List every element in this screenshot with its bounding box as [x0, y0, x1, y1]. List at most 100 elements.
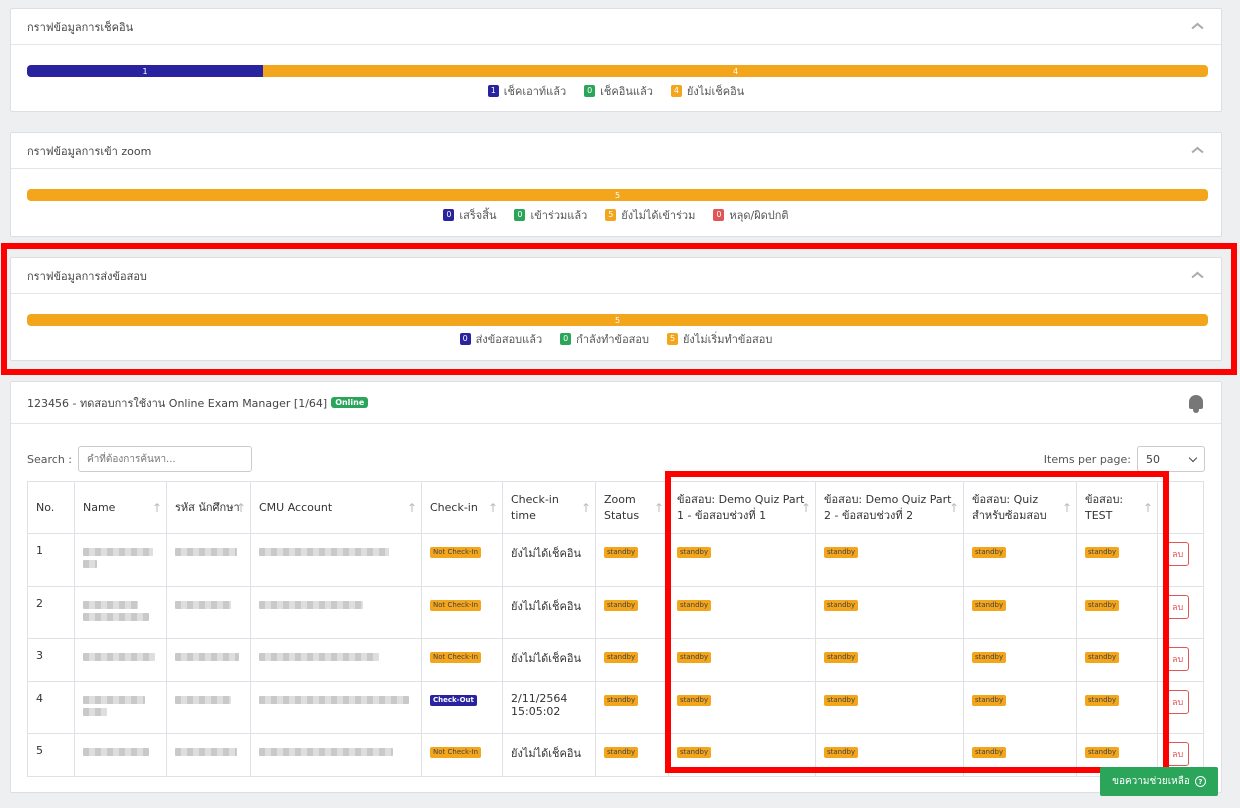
col-checkin-time[interactable]: Check-in time ↑ — [502, 481, 596, 534]
submit-graph-card: กราฟข้อมูลการส่งข้อสอบ 5 0 ส่งข้อสอบแล้ว … — [10, 257, 1222, 361]
legend-count: 0 — [514, 209, 526, 221]
help-button[interactable]: ขอความช่วยเหลือ ? — [1100, 767, 1218, 796]
cell-quiz-4: standby — [1076, 681, 1158, 734]
cell-quiz-1: standby — [668, 533, 816, 587]
col-zoom-status[interactable]: Zoom Status ↑ — [595, 481, 669, 534]
cell-actions: ลบ — [1157, 638, 1204, 682]
search-label: Search : — [27, 452, 72, 466]
col-cmu-account[interactable]: CMU Account ↑ — [250, 481, 422, 534]
status-badge: standby — [972, 747, 1007, 758]
cell-name-redacted — [74, 733, 167, 777]
legend-item[interactable]: 0 ส่งข้อสอบแล้ว — [459, 330, 543, 348]
status-badge: Not Check-In — [430, 547, 482, 558]
status-badge: standby — [824, 600, 859, 611]
cell-name-redacted — [74, 638, 167, 682]
sort-arrow-icon[interactable]: ↑ — [488, 500, 498, 516]
cell-no: 4 — [27, 681, 75, 734]
cell-checkin: Not Check-In — [421, 733, 503, 777]
bar-segment-not-started: 5 — [27, 314, 1208, 326]
search-input[interactable] — [78, 446, 252, 472]
cell-cmu-redacted — [250, 638, 422, 682]
status-badge: standby — [1085, 600, 1120, 611]
bell-icon[interactable] — [1187, 393, 1205, 413]
cell-cmu-redacted — [250, 586, 422, 639]
sort-arrow-icon[interactable]: ↑ — [152, 500, 162, 516]
col-quiz-2[interactable]: ข้อสอบ: Demo Quiz Part 2 - ข้อสอบช่วงที่… — [815, 481, 964, 534]
col-name[interactable]: Name ↑ — [74, 481, 167, 534]
card-header: กราฟข้อมูลการส่งข้อสอบ — [11, 258, 1221, 294]
status-badge: standby — [677, 600, 712, 611]
cell-quiz-4: standby — [1076, 586, 1158, 639]
cell-quiz-4: standby — [1076, 638, 1158, 682]
delete-button[interactable]: ลบ — [1166, 542, 1190, 566]
legend: 0 ส่งข้อสอบแล้ว 0 กำลังทำข้อสอบ 5 ยังไม่เริ… — [11, 330, 1221, 348]
status-badge: standby — [604, 652, 639, 663]
card-header: กราฟข้อมูลการเข้า zoom — [11, 133, 1221, 169]
legend-count: 0 — [584, 85, 596, 97]
cell-cmu-redacted — [250, 681, 422, 734]
legend-item[interactable]: 4 ยังไม่เช็คอิน — [670, 82, 744, 100]
delete-button[interactable]: ลบ — [1166, 742, 1190, 766]
col-checkin[interactable]: Check-in ↑ — [421, 481, 503, 534]
chevron-up-icon[interactable] — [1191, 22, 1205, 32]
legend-item[interactable]: 0 หลุด/ผิดปกติ — [713, 206, 789, 224]
delete-button[interactable]: ลบ — [1166, 647, 1190, 671]
col-quiz-1[interactable]: ข้อสอบ: Demo Quiz Part 1 - ข้อสอบช่วงที่… — [668, 481, 816, 534]
cell-zoom: standby — [595, 638, 669, 682]
legend-label: เช็คอินแล้ว — [600, 85, 653, 98]
cell-name-redacted — [74, 533, 167, 587]
cell-sid-redacted — [166, 533, 251, 587]
legend-label: ส่งข้อสอบแล้ว — [475, 333, 543, 346]
cell-checkin: Not Check-In — [421, 586, 503, 639]
sort-arrow-icon[interactable]: ↑ — [949, 500, 959, 516]
delete-button[interactable]: ลบ — [1166, 595, 1190, 619]
status-badge: standby — [604, 747, 639, 758]
legend-item[interactable]: 0 เสร็จสิ้น — [443, 206, 496, 224]
delete-button[interactable]: ลบ — [1166, 690, 1190, 714]
status-badge: standby — [824, 547, 859, 558]
search-row: Search : — [27, 446, 252, 472]
sort-arrow-icon[interactable]: ↑ — [407, 500, 417, 516]
table-row: 3 Not Check-In ยังไม่ได้เช็คอิน standby … — [27, 638, 1204, 682]
question-circle-icon: ? — [1194, 776, 1206, 787]
legend-item[interactable]: 0 กำลังทำข้อสอบ — [560, 330, 649, 348]
help-button-label: ขอความช่วยเหลือ — [1112, 776, 1190, 787]
legend-count: 4 — [670, 85, 682, 97]
cell-zoom: standby — [595, 733, 669, 777]
sort-arrow-icon[interactable]: ↑ — [1062, 500, 1072, 516]
legend-count: 0 — [560, 333, 572, 345]
table-row: 4 Check-Out 2/11/2564 15:05:02 standby s… — [27, 681, 1204, 734]
legend-item[interactable]: 5 ยังไม่ได้เข้าร่วม — [605, 206, 695, 224]
col-quiz-3[interactable]: ข้อสอบ: Quiz สำหรับซ้อมสอบ ↑ — [963, 481, 1077, 534]
zoom-progress-bar: 5 — [27, 189, 1208, 201]
col-quiz-4[interactable]: ข้อสอบ: TEST ↑ — [1076, 481, 1158, 534]
status-badge: standby — [824, 695, 859, 706]
legend-label: ยังไม่เริ่มทำข้อสอบ — [682, 333, 773, 346]
checkin-graph-card: กราฟข้อมูลการเช็คอิน 1 4 1 เช็คเอาท์แล้ว … — [10, 8, 1222, 112]
sort-arrow-icon[interactable]: ↑ — [581, 500, 591, 516]
chevron-up-icon[interactable] — [1191, 271, 1205, 281]
status-badge: standby — [972, 695, 1007, 706]
checkin-progress-bar: 1 4 — [27, 65, 1208, 77]
legend-item[interactable]: 0 เช็คอินแล้ว — [584, 82, 653, 100]
cell-quiz-3: standby — [963, 586, 1077, 639]
legend-item[interactable]: 0 เข้าร่วมแล้ว — [514, 206, 587, 224]
cell-quiz-1: standby — [668, 638, 816, 682]
cell-zoom: standby — [595, 586, 669, 639]
chevron-down-icon — [1188, 453, 1198, 462]
chevron-up-icon[interactable] — [1191, 146, 1205, 156]
legend-count: 5 — [605, 209, 617, 221]
cell-name-redacted — [74, 586, 167, 639]
col-student-id[interactable]: รหัส นักศึกษา ↑ — [166, 481, 251, 534]
sort-arrow-icon[interactable]: ↑ — [1143, 500, 1153, 516]
sort-arrow-icon[interactable]: ↑ — [801, 500, 811, 516]
legend-count: 0 — [713, 209, 725, 221]
legend-item[interactable]: 1 เช็คเอาท์แล้ว — [487, 82, 566, 100]
cell-actions: ลบ — [1157, 533, 1204, 587]
sort-arrow-icon[interactable]: ↑ — [654, 500, 664, 516]
col-actions — [1157, 481, 1204, 534]
legend-item[interactable]: 5 ยังไม่เริ่มทำข้อสอบ — [666, 330, 773, 348]
items-per-page-select[interactable]: 50 — [1137, 446, 1205, 472]
sort-arrow-icon[interactable]: ↑ — [236, 500, 246, 516]
cell-checkin: Not Check-In — [421, 533, 503, 587]
